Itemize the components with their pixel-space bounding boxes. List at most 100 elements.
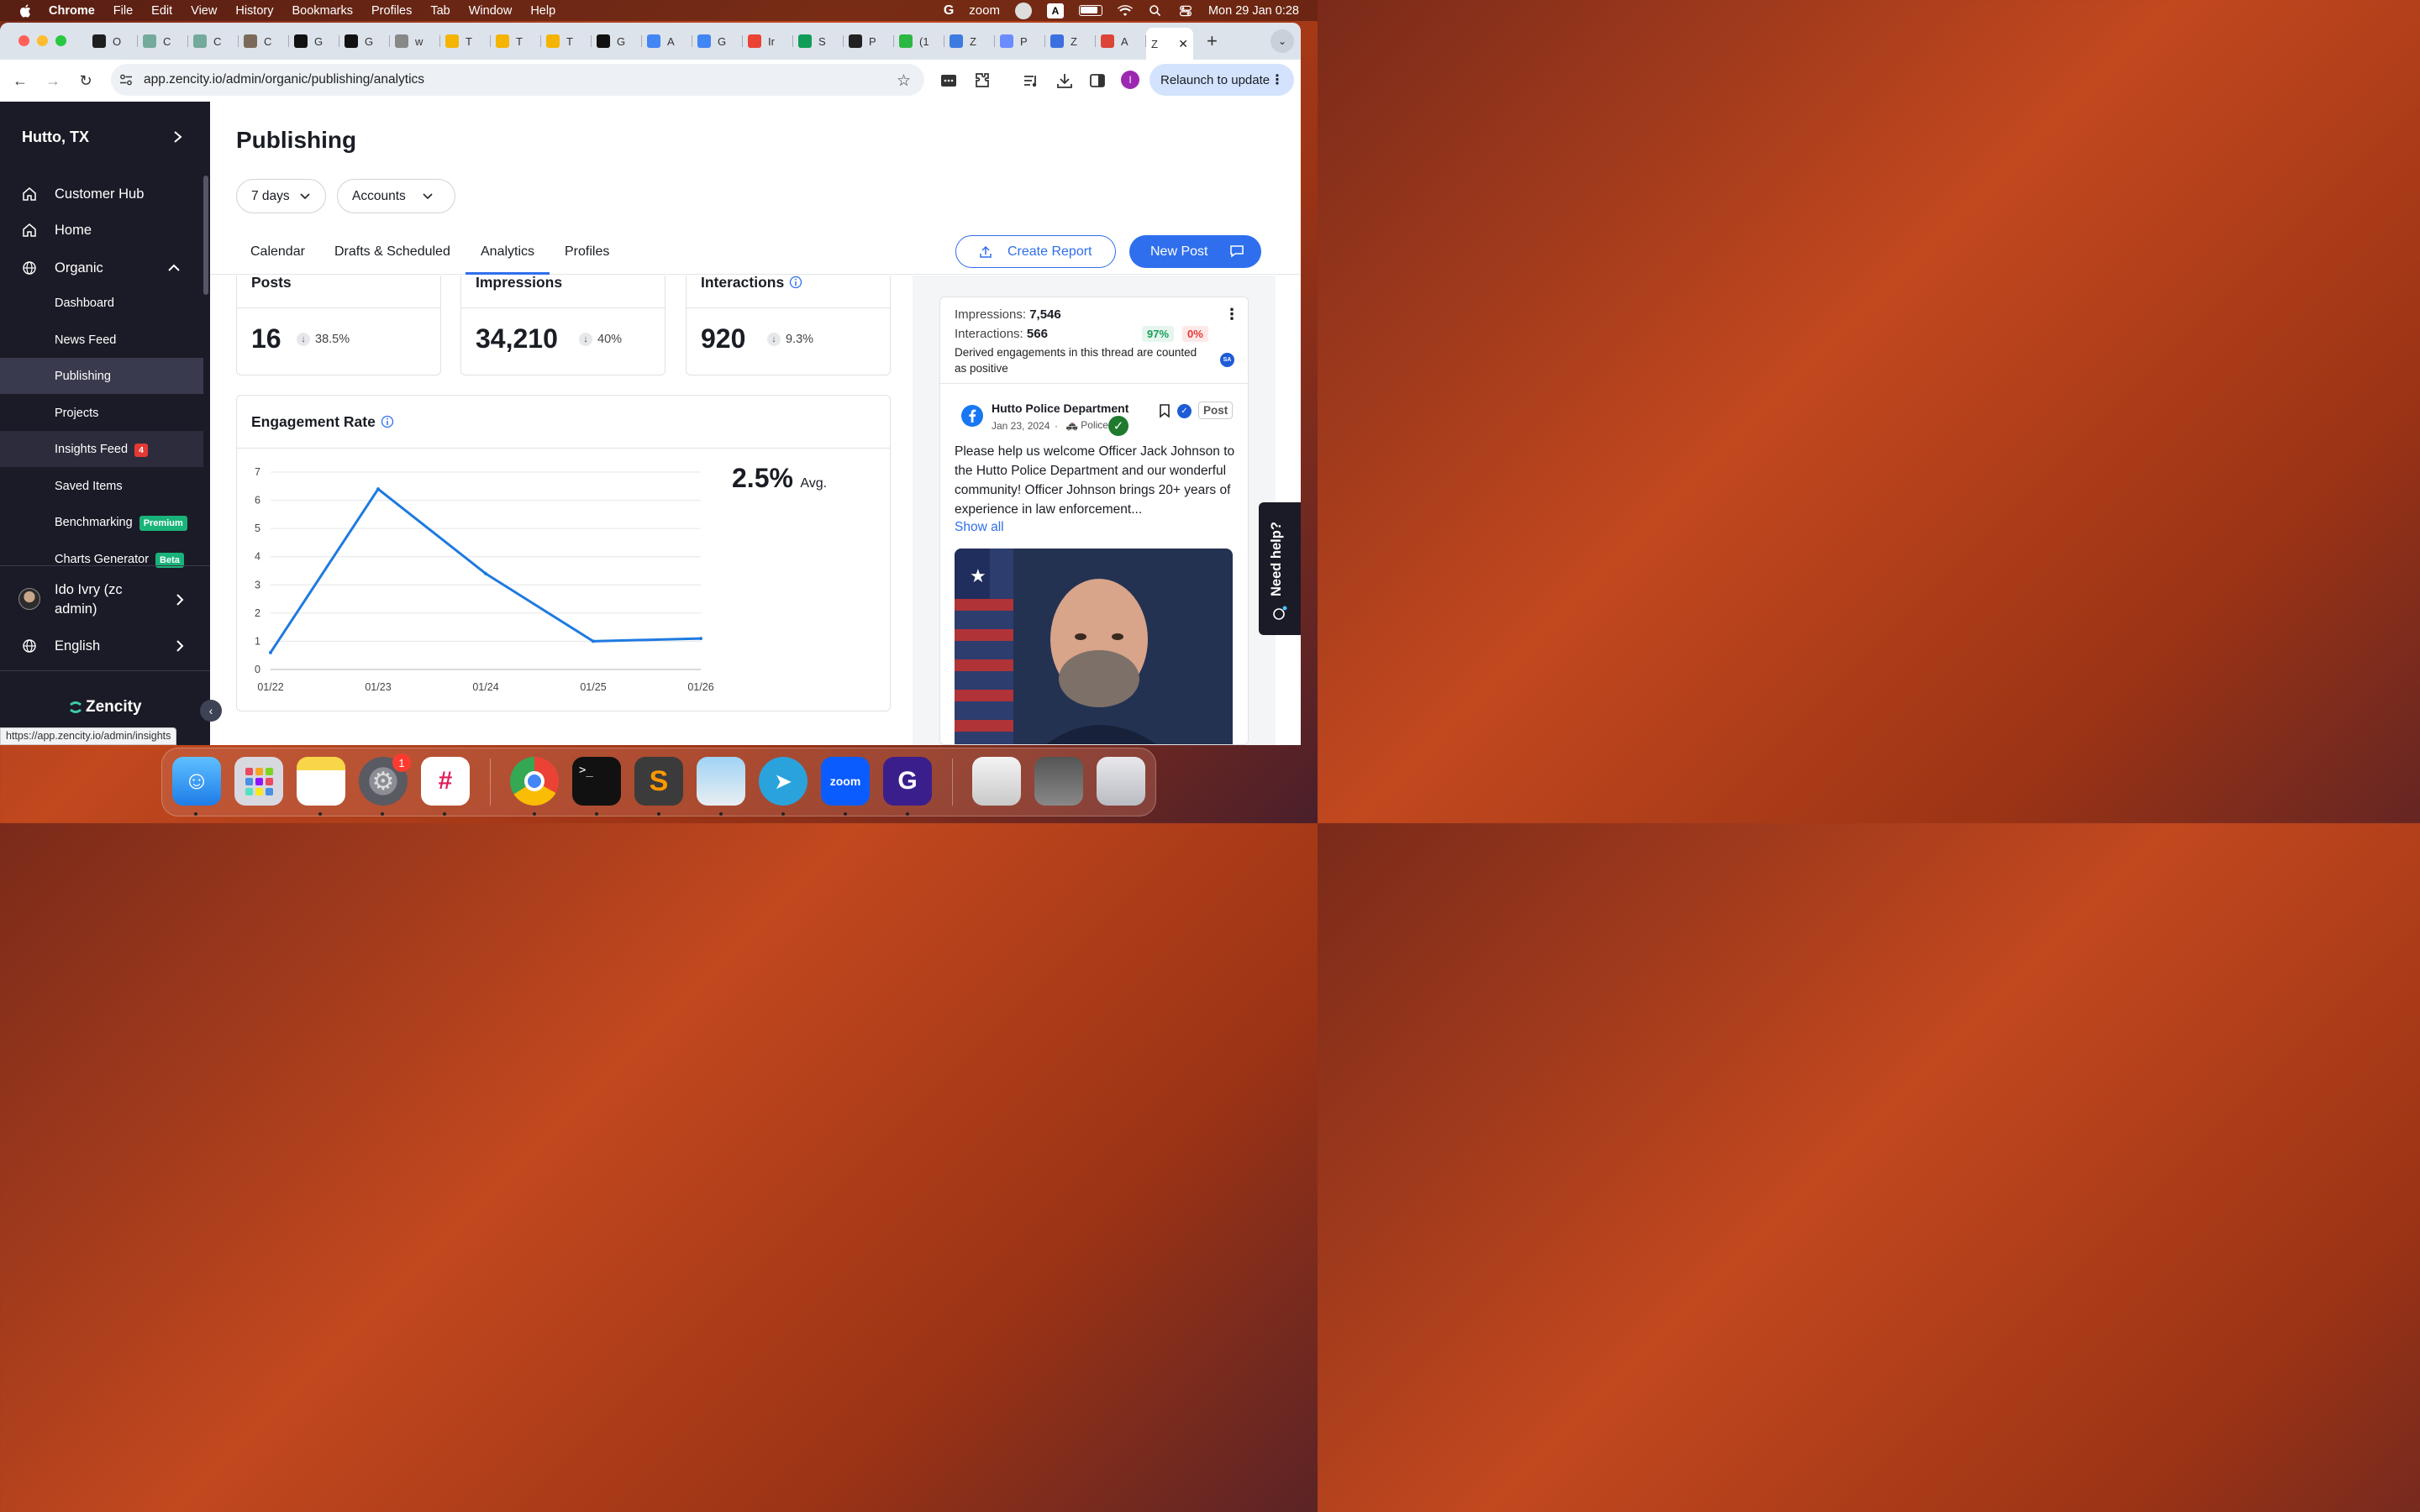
sidebar-item-publishing[interactable]: Publishing bbox=[0, 358, 203, 394]
sidebar-item-projects[interactable]: Projects bbox=[0, 395, 203, 431]
new-post-button[interactable]: New Post bbox=[1129, 235, 1261, 268]
zoom-app-icon[interactable]: zoom bbox=[821, 757, 870, 806]
control-center-icon[interactable] bbox=[1178, 4, 1193, 18]
browser-tab[interactable]: P bbox=[995, 28, 1045, 55]
info-icon[interactable] bbox=[789, 276, 802, 289]
download-icon[interactable] bbox=[1055, 71, 1074, 90]
browser-tab[interactable]: C bbox=[188, 28, 239, 55]
menu-app-name[interactable]: Chrome bbox=[49, 4, 95, 18]
sidebar-item-dashboard[interactable]: Dashboard bbox=[0, 285, 203, 321]
side-panel-icon[interactable] bbox=[1088, 71, 1107, 90]
browser-tab[interactable]: T bbox=[491, 28, 541, 55]
wifi-icon[interactable] bbox=[1117, 4, 1133, 18]
collapse-sidebar-button[interactable]: ‹ bbox=[200, 700, 222, 722]
info-icon[interactable] bbox=[381, 415, 394, 428]
downloads-folder-icon[interactable] bbox=[972, 757, 1021, 806]
menu-view[interactable]: View bbox=[191, 4, 217, 18]
location-title[interactable]: Hutto, TX bbox=[22, 129, 89, 146]
input-source-icon[interactable]: A bbox=[1046, 3, 1064, 18]
grammarly-menubar-icon[interactable]: G bbox=[944, 3, 954, 18]
browser-tab[interactable]: Ir bbox=[743, 28, 793, 55]
sidebar-language[interactable]: English bbox=[0, 636, 203, 656]
data-point[interactable] bbox=[699, 637, 702, 641]
preview-app-icon[interactable] bbox=[697, 757, 745, 806]
relaunch-to-update-button[interactable]: Relaunch to update ⋮ bbox=[1150, 64, 1294, 96]
menu-file[interactable]: File bbox=[113, 4, 133, 18]
telegram-app-icon[interactable]: ➤ bbox=[759, 757, 808, 806]
browser-tab[interactable]: Z bbox=[1045, 28, 1096, 55]
profile-avatar[interactable]: I bbox=[1121, 71, 1139, 89]
menu-help[interactable]: Help bbox=[530, 4, 555, 18]
menu-bookmarks[interactable]: Bookmarks bbox=[292, 4, 353, 18]
bookmark-star-icon[interactable]: ☆ bbox=[897, 71, 911, 91]
more-vert-icon[interactable]: ⋮ bbox=[1224, 306, 1239, 323]
address-bar[interactable]: app.zencity.io/admin/organic/publishing/… bbox=[111, 64, 924, 96]
media-controls-icon[interactable] bbox=[1022, 71, 1040, 90]
tab-profiles[interactable]: Profiles bbox=[565, 244, 609, 260]
extensions-puzzle-icon[interactable] bbox=[973, 71, 992, 90]
new-tab-button[interactable]: + bbox=[1207, 30, 1218, 52]
slack-app-icon[interactable]: # bbox=[421, 757, 470, 806]
browser-tab-active[interactable]: Z ✕ bbox=[1146, 28, 1193, 60]
spotlight-search-icon[interactable] bbox=[1148, 4, 1163, 18]
browser-tab[interactable]: C bbox=[239, 28, 289, 55]
browser-tab[interactable]: w bbox=[390, 28, 440, 55]
browser-tab[interactable]: A bbox=[1096, 28, 1146, 55]
sidebar-item-benchmarking[interactable]: Benchmarking Premium bbox=[0, 504, 203, 540]
data-point[interactable] bbox=[592, 639, 595, 643]
need-help-button[interactable]: Need help? bbox=[1259, 502, 1301, 635]
status-menubar-icon[interactable] bbox=[1014, 2, 1032, 19]
menubar-clock[interactable]: Mon 29 Jan 0:28 bbox=[1208, 4, 1299, 18]
data-point[interactable] bbox=[269, 650, 272, 654]
close-window-button[interactable] bbox=[18, 35, 29, 46]
browser-tab[interactable]: G bbox=[289, 28, 339, 55]
chevron-right-icon[interactable] bbox=[171, 130, 183, 144]
terminal-app-icon[interactable]: >_ bbox=[572, 757, 621, 806]
trash-icon[interactable] bbox=[1097, 757, 1145, 806]
menu-window[interactable]: Window bbox=[469, 4, 513, 18]
browser-tab[interactable]: T bbox=[440, 28, 491, 55]
zoom-window-button[interactable] bbox=[55, 35, 66, 46]
accounts-dropdown[interactable]: Accounts bbox=[337, 179, 455, 213]
browser-tab[interactable]: O bbox=[87, 28, 138, 55]
apple-logo-icon[interactable] bbox=[18, 3, 34, 18]
post-author[interactable]: Hutto Police Department bbox=[992, 402, 1128, 415]
browser-tab[interactable]: G bbox=[339, 28, 390, 55]
create-report-button[interactable]: Create Report bbox=[955, 235, 1116, 268]
address-bar-url[interactable]: app.zencity.io/admin/organic/publishing/… bbox=[144, 72, 424, 87]
show-all-link[interactable]: Show all bbox=[955, 520, 1004, 535]
recent-screenshot-icon[interactable] bbox=[1034, 757, 1083, 806]
battery-icon[interactable] bbox=[1078, 5, 1102, 16]
sidebar-item-news-feed[interactable]: News Feed bbox=[0, 322, 203, 358]
sublime-text-app-icon[interactable]: S bbox=[634, 757, 683, 806]
extension-icon[interactable] bbox=[939, 71, 958, 90]
sidebar-item-saved-items[interactable]: Saved Items bbox=[0, 468, 203, 504]
finder-app-icon[interactable]: ☺ bbox=[172, 757, 221, 806]
period-dropdown[interactable]: 7 days bbox=[236, 179, 326, 213]
browser-tab[interactable]: S bbox=[793, 28, 844, 55]
sidebar-item-home[interactable]: Home bbox=[0, 220, 203, 240]
sidebar-item-organic[interactable]: Organic bbox=[0, 258, 203, 278]
data-point[interactable] bbox=[376, 487, 380, 491]
sidebar-scrollbar[interactable] bbox=[203, 176, 208, 295]
notes-app-icon[interactable] bbox=[297, 757, 345, 806]
sidebar-user-menu[interactable]: Ido Ivry (zc admin) bbox=[0, 580, 203, 619]
browser-tab[interactable]: Z bbox=[944, 28, 995, 55]
tab-search-button[interactable]: ⌄ bbox=[1270, 29, 1294, 53]
tab-drafts-scheduled[interactable]: Drafts & Scheduled bbox=[334, 244, 450, 260]
browser-tab[interactable]: (1 bbox=[894, 28, 944, 55]
forward-button[interactable]: → bbox=[43, 71, 63, 91]
grammarly-app-icon[interactable]: G bbox=[883, 757, 932, 806]
menu-history[interactable]: History bbox=[235, 4, 273, 18]
browser-tab[interactable]: C bbox=[138, 28, 188, 55]
menu-edit[interactable]: Edit bbox=[151, 4, 172, 18]
menu-profiles[interactable]: Profiles bbox=[371, 4, 412, 18]
bookmark-icon[interactable] bbox=[1158, 403, 1171, 418]
minimize-window-button[interactable] bbox=[37, 35, 48, 46]
browser-tab[interactable]: G bbox=[592, 28, 642, 55]
sidebar-item-charts-generator[interactable]: Charts Generator Beta bbox=[0, 541, 203, 577]
chrome-app-icon[interactable] bbox=[510, 757, 559, 806]
browser-tab[interactable]: A bbox=[642, 28, 692, 55]
data-point[interactable] bbox=[484, 571, 487, 575]
sidebar-item-customer-hub[interactable]: Customer Hub bbox=[0, 184, 203, 204]
